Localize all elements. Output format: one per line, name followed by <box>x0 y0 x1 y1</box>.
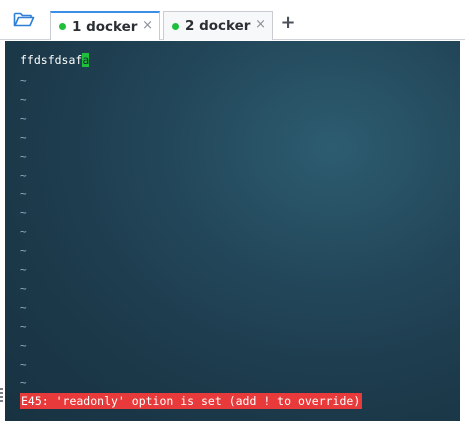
window-edge <box>460 41 465 428</box>
add-tab-button[interactable]: + <box>280 14 296 32</box>
close-icon[interactable]: × <box>255 18 266 32</box>
resize-grip-icon[interactable] <box>0 388 3 404</box>
tilde-marker: ~ <box>20 376 27 390</box>
tilde-marker: ~ <box>20 319 27 333</box>
tilde-marker: ~ <box>20 300 27 314</box>
close-icon[interactable]: × <box>142 19 153 33</box>
tab-label: 2 docker <box>185 18 251 34</box>
tilde-marker: ~ <box>20 187 27 201</box>
tilde-marker: ~ <box>20 168 27 182</box>
tilde-marker: ~ <box>20 225 27 239</box>
tilde-marker: ~ <box>20 281 27 295</box>
tab-label: 1 docker <box>72 18 138 35</box>
tilde-marker: ~ <box>20 357 27 371</box>
folder-open-icon <box>13 10 35 32</box>
tilde-marker: ~ <box>20 149 27 163</box>
tilde-marker: ~ <box>20 111 27 125</box>
tilde-marker: ~ <box>20 74 27 87</box>
folder-open-button[interactable] <box>10 9 38 33</box>
tilde-marker: ~ <box>20 130 27 144</box>
terminal-text-line: ffdsfdsafa <box>20 53 90 67</box>
connected-status-icon <box>172 22 179 30</box>
tab-2-docker[interactable]: 2 docker × <box>163 11 273 40</box>
tilde-marker: ~ <box>20 263 27 276</box>
tilde-marker: ~ <box>20 206 27 220</box>
tab-bar: 1 docker × 2 docker × + <box>0 0 465 40</box>
terminal-pane[interactable]: ffdsfdsafa ~ ~ ~ ~ ~ ~ ~ ~ ~ ~ ~ ~ ~ ~ ~ ~ ~ E45: 'reado… <box>5 41 460 421</box>
tilde-marker: ~ <box>20 92 27 106</box>
terminal-text: ffdsfdsaf <box>20 53 83 67</box>
tilde-marker: ~ <box>20 338 27 352</box>
tilde-marker: ~ <box>20 244 27 258</box>
terminal-cursor: a <box>82 53 90 67</box>
connected-status-icon <box>59 23 66 30</box>
error-message: E45: 'readonly' option is set (add ! to … <box>20 393 363 409</box>
tab-1-docker[interactable]: 1 docker × <box>50 11 160 40</box>
terminal-window: 1 docker × 2 docker × + ffdsfdsafa ~ ~ ~ ~ ~… <box>0 0 465 428</box>
